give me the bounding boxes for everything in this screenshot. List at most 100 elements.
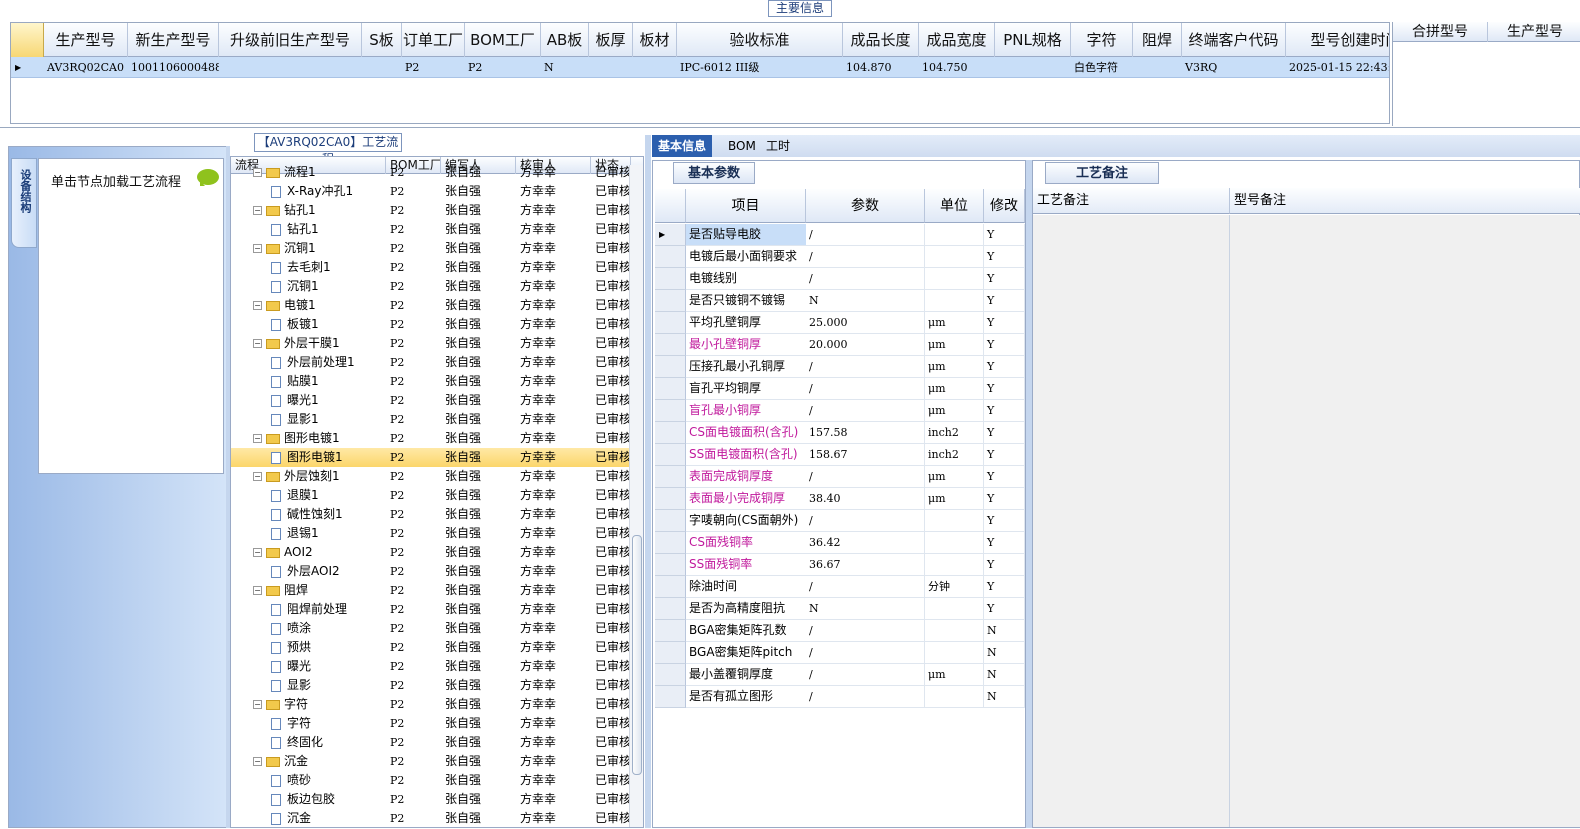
tree-row[interactable]: − 字符 P2 张自强 方幸幸 已审核	[231, 695, 631, 714]
param-value[interactable]: /	[806, 378, 925, 400]
collapse-toggle-icon[interactable]: −	[253, 757, 262, 766]
process-tree[interactable]: 流程 BOM工厂 编写人 核审人 状态 − 流程1 P2 张自强 方幸幸 已审核 X-Ray冲孔1 P…	[230, 156, 644, 828]
tree-row[interactable]: − 钻孔1 P2 张自强 方幸幸 已审核	[231, 201, 631, 220]
param-value[interactable]: N	[806, 290, 925, 312]
row-header[interactable]: ▶	[655, 224, 686, 246]
tree-row[interactable]: 曝光 P2 张自强 方幸幸 已审核	[231, 657, 631, 676]
param-value[interactable]: 20.000	[806, 334, 925, 356]
params-row[interactable]: 除油时间 / 分钟 Y	[655, 576, 1025, 598]
row-header[interactable]	[655, 268, 686, 290]
tree-row[interactable]: 字符 P2 张自强 方幸幸 已审核	[231, 714, 631, 733]
params-row[interactable]: 盲孔平均铜厚 / μm Y	[655, 378, 1025, 400]
param-value[interactable]: /	[806, 466, 925, 488]
main-col-header[interactable]: S板	[362, 23, 402, 57]
main-col-header[interactable]: 终端客户代码	[1182, 23, 1286, 57]
param-value[interactable]: /	[806, 356, 925, 378]
tree-row[interactable]: − 阻焊 P2 张自强 方幸幸 已审核	[231, 581, 631, 600]
params-row[interactable]: SS面电镀面积(含孔) 158.67 inch2 Y	[655, 444, 1025, 466]
params-row[interactable]: 最小孔壁铜厚 20.000 μm Y	[655, 334, 1025, 356]
tree-row[interactable]: 退膜1 P2 张自强 方幸幸 已审核	[231, 486, 631, 505]
param-value[interactable]: 25.000	[806, 312, 925, 334]
mid-splitter[interactable]	[645, 135, 651, 828]
params-row[interactable]: CS面电镀面积(含孔) 157.58 inch2 Y	[655, 422, 1025, 444]
params-row[interactable]: 平均孔壁铜厚 25.000 μm Y	[655, 312, 1025, 334]
param-value[interactable]: 38.40	[806, 488, 925, 510]
tree-row[interactable]: − 沉金 P2 张自强 方幸幸 已审核	[231, 752, 631, 771]
tree-row[interactable]: X-Ray冲孔1 P2 张自强 方幸幸 已审核	[231, 182, 631, 201]
main-info-data-row[interactable]: ▶AV3RQ02CA0 10011060004882 P2 P2 N IPC-6012 I…	[11, 57, 1389, 78]
collapse-toggle-icon[interactable]: −	[253, 244, 262, 253]
row-header[interactable]	[655, 290, 686, 312]
params-row[interactable]: 电镀后最小面铜要求 / Y	[655, 246, 1025, 268]
tree-row[interactable]: 显影 P2 张自强 方幸幸 已审核	[231, 676, 631, 695]
tab-2[interactable]: 工时	[760, 135, 796, 157]
collapse-toggle-icon[interactable]: −	[253, 339, 262, 348]
tree-row[interactable]: 阻焊前处理 P2 张自强 方幸幸 已审核	[231, 600, 631, 619]
tree-row[interactable]: 沉铜1 P2 张自强 方幸幸 已审核	[231, 277, 631, 296]
collapse-toggle-icon[interactable]: −	[253, 472, 262, 481]
param-value[interactable]: /	[806, 576, 925, 598]
chat-bubble-icon[interactable]	[197, 169, 219, 186]
param-value[interactable]: /	[806, 224, 925, 246]
param-value[interactable]: /	[806, 642, 925, 664]
collapse-toggle-icon[interactable]: −	[253, 586, 262, 595]
row-header[interactable]	[655, 576, 686, 598]
param-value[interactable]: /	[806, 246, 925, 268]
tab-0[interactable]: 基本信息	[652, 135, 713, 157]
param-value[interactable]: /	[806, 510, 925, 532]
tree-row[interactable]: 喷涂 P2 张自强 方幸幸 已审核	[231, 619, 631, 638]
params-row[interactable]: SS面残铜率 36.67 Y	[655, 554, 1025, 576]
params-row[interactable]: 电镀线别 / Y	[655, 268, 1025, 290]
tree-row[interactable]: 钻孔1 P2 张自强 方幸幸 已审核	[231, 220, 631, 239]
collapse-toggle-icon[interactable]: −	[253, 301, 262, 310]
param-value[interactable]: /	[806, 620, 925, 642]
memo-subtab[interactable]: 工艺备注	[1045, 162, 1160, 184]
row-header[interactable]	[655, 444, 686, 466]
main-col-header[interactable]: 字符	[1071, 23, 1133, 57]
main-col-header[interactable]: 板厚	[589, 23, 633, 57]
collapse-toggle-icon[interactable]: −	[253, 168, 262, 177]
param-value[interactable]: /	[806, 268, 925, 290]
tree-row[interactable]: − 外层蚀刻1 P2 张自强 方幸幸 已审核	[231, 467, 631, 486]
params-row[interactable]: 表面完成铜厚度 / μm Y	[655, 466, 1025, 488]
tree-row[interactable]: − 图形电镀1 P2 张自强 方幸幸 已审核	[231, 429, 631, 448]
main-col-header[interactable]: 验收标准	[677, 23, 843, 57]
tree-row[interactable]: 沉金 P2 张自强 方幸幸 已审核	[231, 809, 631, 827]
vertical-scrollbar[interactable]	[629, 165, 643, 827]
row-header[interactable]	[655, 400, 686, 422]
params-col-header[interactable]: 项目	[686, 189, 806, 223]
scroll-thumb[interactable]	[632, 535, 642, 775]
main-col-header[interactable]: PNL规格	[995, 23, 1071, 57]
collapse-toggle-icon[interactable]: −	[253, 434, 262, 443]
params-col-header[interactable]: 修改	[984, 189, 1025, 223]
param-value[interactable]: /	[806, 664, 925, 686]
basic-params-subtab[interactable]: 基本参数	[673, 162, 756, 184]
params-row[interactable]: 最小盖覆铜厚度 / μm N	[655, 664, 1025, 686]
tree-row[interactable]: 贴膜1 P2 张自强 方幸幸 已审核	[231, 372, 631, 391]
row-header[interactable]	[655, 246, 686, 268]
params-col-header[interactable]: 单位	[925, 189, 984, 223]
row-indicator[interactable]: ▶	[11, 57, 44, 78]
tree-row[interactable]: 预烘 P2 张自强 方幸幸 已审核	[231, 638, 631, 657]
row-header[interactable]	[655, 312, 686, 334]
device-structure-tab[interactable]: 设备结构	[11, 158, 37, 248]
row-header[interactable]	[655, 378, 686, 400]
main-col-header[interactable]: 生产型号	[44, 23, 128, 57]
params-corner[interactable]	[655, 189, 686, 223]
tab-1[interactable]: BOM	[722, 135, 762, 157]
param-value[interactable]: 36.42	[806, 532, 925, 554]
main-col-header[interactable]: AB板	[541, 23, 589, 57]
tree-row[interactable]: 显影1 P2 张自强 方幸幸 已审核	[231, 410, 631, 429]
params-row[interactable]: 字唛朝向(CS面朝外) / Y	[655, 510, 1025, 532]
params-row[interactable]: 表面最小完成铜厚 38.40 μm Y	[655, 488, 1025, 510]
merge-col-header[interactable]: 生产型号	[1488, 22, 1580, 42]
main-col-header[interactable]: 板材	[633, 23, 677, 57]
tree-row[interactable]: − 沉铜1 P2 张自强 方幸幸 已审核	[231, 239, 631, 258]
main-col-header[interactable]: 成品长度	[843, 23, 919, 57]
main-col-header[interactable]: 订单工厂	[402, 23, 465, 57]
params-row[interactable]: CS面残铜率 36.42 Y	[655, 532, 1025, 554]
params-row[interactable]: ▶ 是否贴导电胶 / Y	[655, 224, 1025, 246]
tree-row[interactable]: 退锡1 P2 张自强 方幸幸 已审核	[231, 524, 631, 543]
main-col-header[interactable]: 升级前旧生产型号	[219, 23, 362, 57]
tree-row[interactable]: 外层前处理1 P2 张自强 方幸幸 已审核	[231, 353, 631, 372]
